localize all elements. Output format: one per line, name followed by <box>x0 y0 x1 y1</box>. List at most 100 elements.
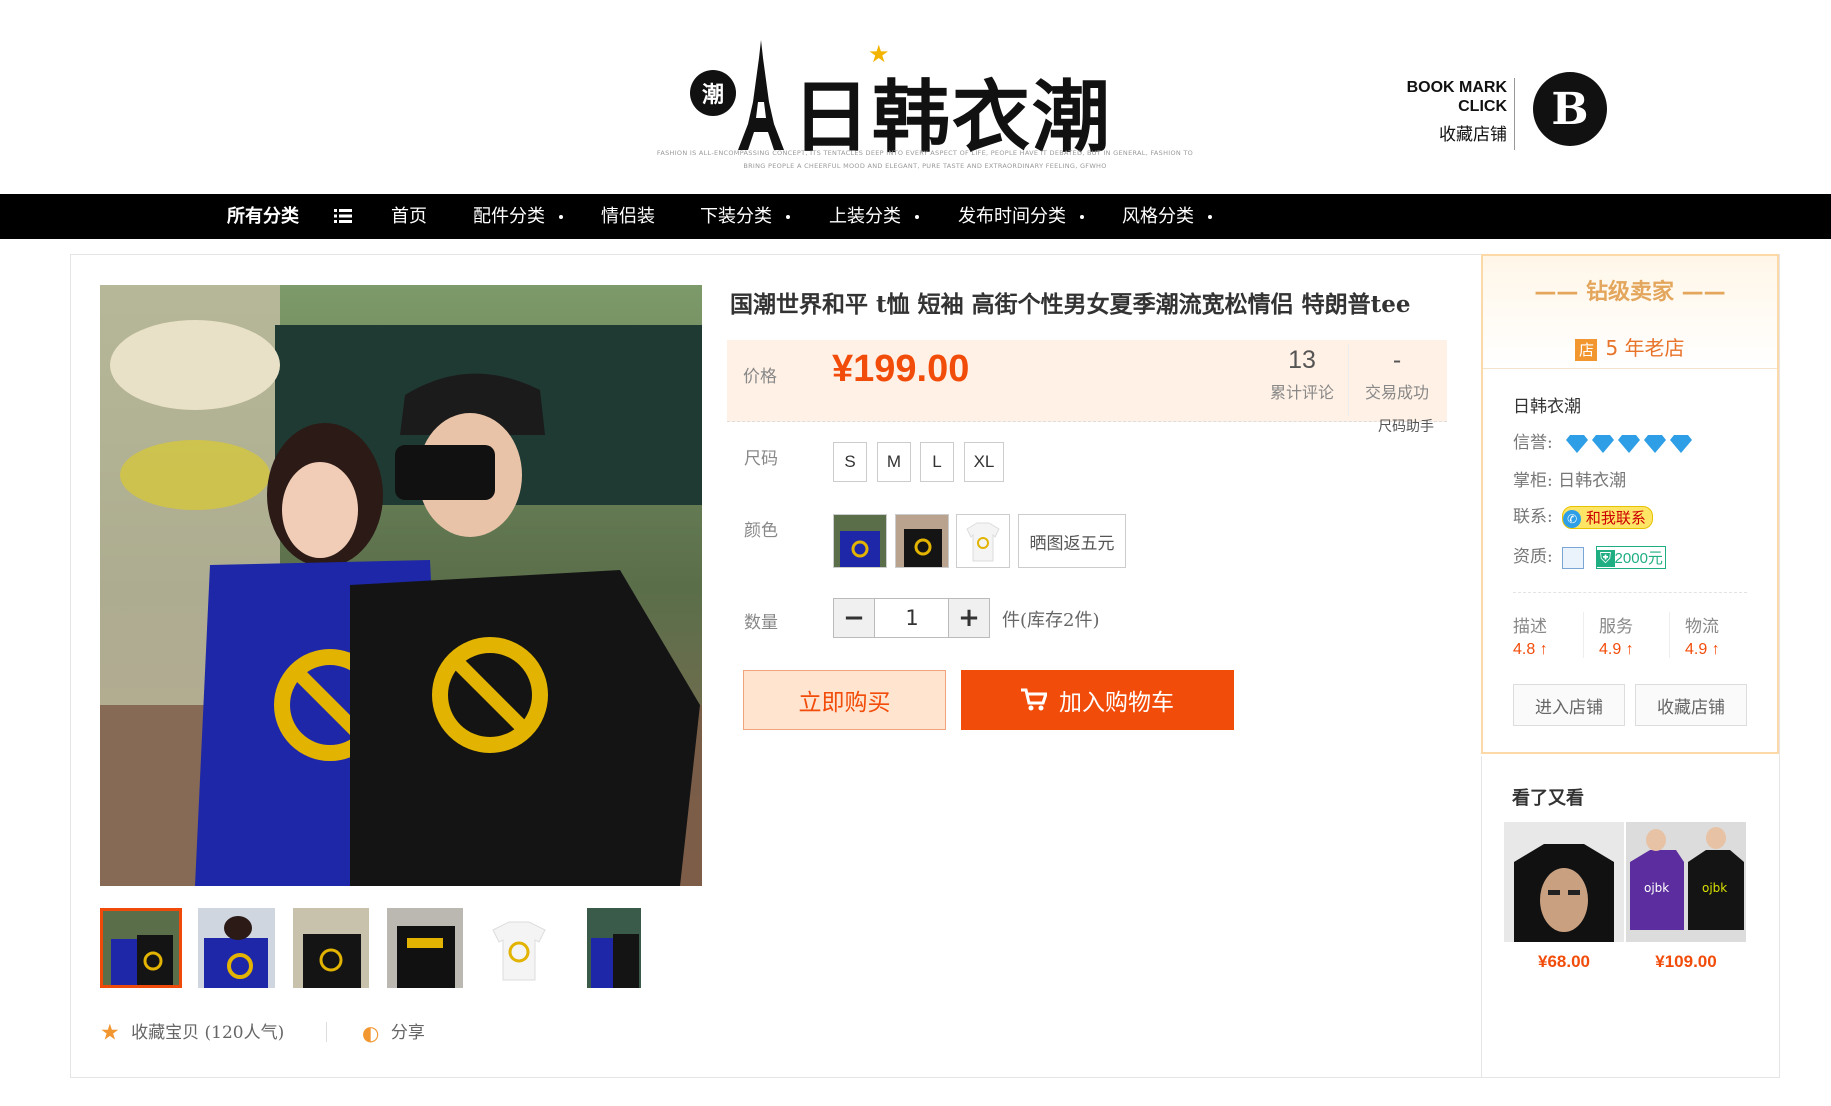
nav-all-categories[interactable]: 所有分类 <box>227 194 299 239</box>
thumbnail-1[interactable] <box>100 908 182 988</box>
nav-couples[interactable]: 情侣装 <box>601 194 655 239</box>
reviews-stat[interactable]: 13 累计评论 <box>1256 346 1348 403</box>
quantity-label: 数量 <box>744 613 778 633</box>
also-viewed-price: ¥68.00 <box>1538 952 1590 971</box>
quantity-decrease-button[interactable]: − <box>833 598 875 638</box>
dsr-label: 描述 <box>1513 617 1547 637</box>
dropdown-dot-icon <box>559 215 563 219</box>
quantity-increase-button[interactable]: + <box>948 598 990 638</box>
size-option-l[interactable]: L <box>920 442 954 482</box>
deals-label: 交易成功 <box>1364 383 1429 402</box>
nav-accessories[interactable]: 配件分类 <box>473 194 563 239</box>
product-title: 国潮世界和平 t恤 短袖 高街个性男女夏季潮流宽松情侣 特朗普tee <box>730 291 1411 318</box>
diamond-icon <box>1592 434 1615 453</box>
seller-level-label: 钻级卖家 <box>1585 280 1674 305</box>
bookmark-line-2: CLICK <box>1458 98 1507 115</box>
plus-icon: + <box>958 603 980 633</box>
favorite-shop-button[interactable]: 收藏店铺 <box>1635 684 1747 726</box>
divider <box>1514 78 1515 150</box>
thumbnail-5[interactable] <box>481 908 557 988</box>
thumbnail-3[interactable] <box>293 908 369 988</box>
favorite-item[interactable]: ★ 收藏宝贝 (120人气) <box>100 1018 284 1046</box>
keeper-label: 掌柜: <box>1513 471 1553 491</box>
arrow-up-icon: ↑ <box>1539 641 1548 658</box>
dsr-value: 4.8 ↑ <box>1513 641 1548 659</box>
nav-release-time[interactable]: 发布时间分类 <box>958 194 1084 239</box>
shop-logo[interactable]: 潮 ★ 日韩衣潮 FASHION IS ALL-ENCOMPASSING CON… <box>640 30 1210 180</box>
color-option-blue[interactable] <box>833 514 887 568</box>
deposit-badge[interactable]: ⛨ 2000元 <box>1595 546 1666 569</box>
qualification-row: 资质: ⛨ 2000元 <box>1513 542 1666 569</box>
nav-home[interactable]: 首页 <box>391 194 427 239</box>
size-option-xl[interactable]: XL <box>964 442 1004 482</box>
svg-text:ojbk: ojbk <box>1644 881 1669 895</box>
size-helper-link[interactable]: 尺码助手 <box>1378 416 1434 436</box>
credit-row: 信誉: <box>1513 428 1696 453</box>
also-viewed-item[interactable]: ¥68.00 <box>1504 822 1624 972</box>
dsr-score: 4.9 <box>1599 641 1622 658</box>
bookmark-shop[interactable]: BOOK MARK CLICK 收藏店铺 B <box>1395 70 1645 160</box>
color-swatch-image <box>896 515 948 567</box>
dsr-description: 描述 4.8 ↑ <box>1513 612 1548 659</box>
also-viewed-item[interactable]: ojbk ojbk ¥109.00 <box>1626 822 1746 972</box>
share-button[interactable]: ◐ 分享 <box>362 1018 425 1045</box>
bookmark-cn-label: 收藏店铺 <box>1439 125 1507 145</box>
seller-level: —— 钻级卖家 —— <box>1483 274 1777 306</box>
enter-shop-button[interactable]: 进入店铺 <box>1513 684 1625 726</box>
brand-b-logo: B <box>1533 72 1607 146</box>
credit-label: 信誉: <box>1513 433 1553 453</box>
bookmark-text: BOOK MARK CLICK <box>1395 78 1507 116</box>
list-icon[interactable] <box>334 208 352 224</box>
color-option-black[interactable] <box>895 514 949 568</box>
thumbnail-image <box>587 908 641 988</box>
color-swatch-image <box>957 515 1009 567</box>
size-label: 尺码 <box>744 449 778 469</box>
size-option-s[interactable]: S <box>833 442 867 482</box>
product-photo-illustration <box>100 285 702 886</box>
shop-badge-icon: 店 <box>1575 338 1598 361</box>
size-option-m[interactable]: M <box>877 442 911 482</box>
color-label: 颜色 <box>744 521 778 541</box>
divider <box>326 1022 327 1042</box>
tagline-line-2: BRING PEOPLE A CHEERFUL MOOD AND ELEGANT… <box>743 162 1107 170</box>
buy-now-button[interactable]: 立即购买 <box>743 670 946 730</box>
quantity-input[interactable]: 1 <box>875 598 949 638</box>
thumbnail-2[interactable] <box>198 908 275 988</box>
seller-info-panel: —— 钻级卖家 —— 店 5 年老店 日韩衣潮 信誉: 掌柜: 日韩衣潮 联系: … <box>1481 254 1779 754</box>
svg-text:ojbk: ojbk <box>1702 881 1727 895</box>
nav-bottoms-label: 下装分类 <box>700 206 772 227</box>
color-option-white[interactable] <box>956 514 1010 568</box>
thumbnail-4[interactable] <box>387 908 463 988</box>
thumbnail-image <box>103 911 179 985</box>
shop-name[interactable]: 日韩衣潮 <box>1513 392 1581 417</box>
eiffel-tower-icon <box>738 40 784 150</box>
diamond-icon <box>1670 434 1693 453</box>
thumbnail-6[interactable] <box>587 908 641 988</box>
color-option-review-rebate[interactable]: 晒图返五元 <box>1018 514 1126 568</box>
seller-level-header: —— 钻级卖家 —— 店 5 年老店 <box>1483 256 1777 368</box>
color-swatch-image <box>834 515 886 567</box>
also-viewed-image <box>1504 822 1624 942</box>
minus-icon: − <box>843 603 865 633</box>
dsr-value: 4.9 ↑ <box>1599 641 1634 659</box>
thumbnail-image <box>481 908 557 988</box>
nav-accessories-label: 配件分类 <box>473 206 545 227</box>
add-to-cart-button[interactable]: 加入购物车 <box>961 670 1234 730</box>
keeper-name: 日韩衣潮 <box>1558 471 1627 491</box>
product-main-image[interactable] <box>100 285 702 886</box>
nav-bottoms[interactable]: 下装分类 <box>700 194 790 239</box>
shop-age-label: 5 年老店 <box>1605 336 1685 360</box>
thumbnail-image <box>293 908 369 988</box>
shop-age: 店 5 年老店 <box>1483 332 1777 361</box>
favorite-count: (120人气) <box>204 1023 285 1043</box>
nav-style[interactable]: 风格分类 <box>1122 194 1212 239</box>
deals-stat: - 交易成功 <box>1354 346 1440 403</box>
nav-tops[interactable]: 上装分类 <box>829 194 919 239</box>
contact-row: 联系: ✆ 和我联系 <box>1513 502 1653 529</box>
contact-me-label: 和我联系 <box>1585 509 1646 527</box>
divider <box>727 421 1447 422</box>
contact-me-button[interactable]: ✆ 和我联系 <box>1562 506 1653 529</box>
deposit-amount: 2000元 <box>1614 550 1663 567</box>
chat-icon: ✆ <box>1563 510 1582 528</box>
also-viewed-panel: 看了又看 ¥68.00 ojbk ojbk ¥109.00 <box>1481 756 1779 1078</box>
